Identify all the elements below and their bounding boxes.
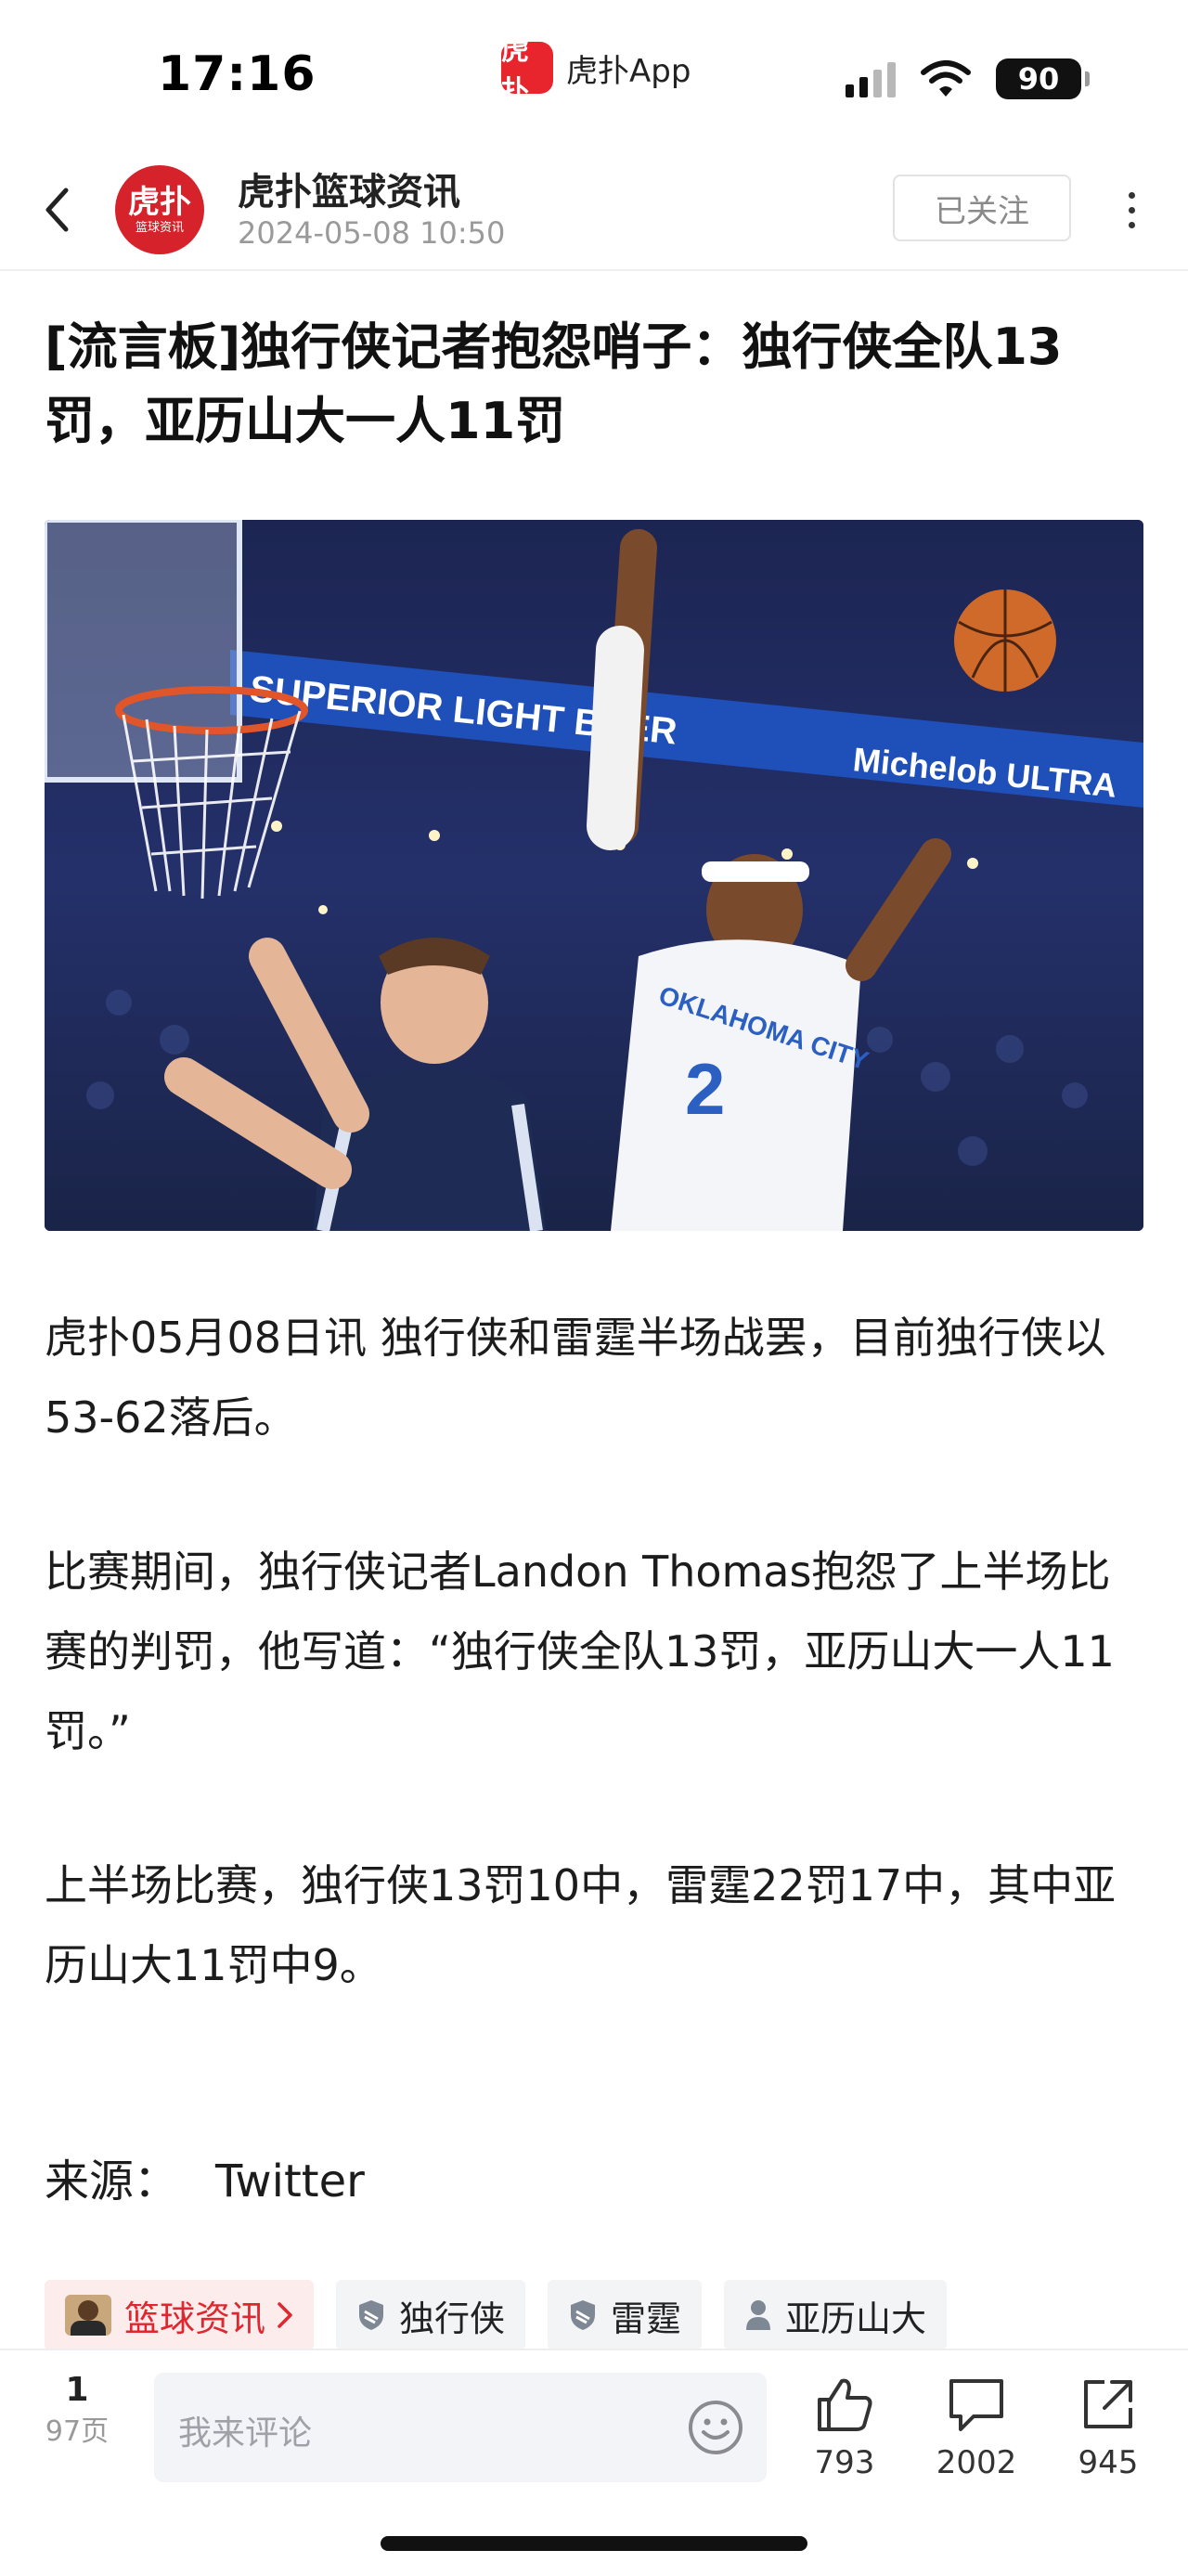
status-icons: 90 [846,56,1090,102]
tag-player-alexander[interactable]: 亚历山大 [724,2280,948,2350]
tag-label: 独行侠 [399,2298,506,2339]
home-indicator[interactable] [381,2536,807,2551]
jersey-number: 2 [685,1048,725,1130]
source-value[interactable]: Twitter [215,2155,365,2207]
page-current: 1 [65,2371,89,2409]
chevron-right-icon [278,2302,292,2328]
tag-team-thunder[interactable]: 雷霆 [548,2280,703,2350]
article-paragraph: 上半场比赛，独行侠13罚10中，雷霆22罚17中，其中亚历山大11罚中9。 [45,1860,1117,1990]
article-title: [流言板]独行侠记者抱怨哨子：独行侠全队13罚，亚历山大一人11罚 [45,317,1063,450]
comment-placeholder: 我来评论 [178,2414,313,2453]
tag-team-mavericks[interactable]: 独行侠 [336,2280,526,2350]
chevron-left-icon [45,188,69,232]
more-options-button[interactable] [1110,182,1153,238]
author-avatar[interactable]: 虎扑 篮球资讯 [115,165,204,254]
avatar-logo-text: 虎扑 [128,183,191,221]
team-shield-icon [359,2300,384,2330]
page-indicator[interactable]: 1 97页 [26,2367,128,2451]
article-paragraph: 虎扑05月08日讯 独行侠和雷霆半场战罢，目前独行侠以53-62落后。 [45,1313,1106,1443]
battery-level: 90 [1017,61,1060,97]
article-header: 虎扑 篮球资讯 虎扑篮球资讯 2024-05-08 10:50 已关注 [0,149,1188,271]
comment-bubble-icon [949,2379,1003,2431]
tag-label: 雷霆 [611,2298,682,2339]
status-time: 17:16 [158,46,316,102]
hupu-app-icon: 虎扑 [501,34,553,108]
back-to-app-button[interactable]: 虎扑 虎扑App [501,34,691,108]
status-bar: 17:16 虎扑 虎扑App 90 [0,0,1188,139]
wifi-icon [921,60,971,97]
share-button[interactable]: 945 [1052,2369,1164,2486]
page-total: 97页 [45,2415,110,2448]
author-name[interactable]: 虎扑篮球资讯 [238,162,460,215]
comment-count: 2002 [936,2444,1017,2481]
back-button[interactable] [33,180,80,239]
article-paragraph: 比赛期间，独行侠记者Landon Thomas抱怨了上半场比赛的判罚，他写道：“… [45,1547,1115,1756]
battery-icon: 90 [996,58,1090,99]
topic-thumbnail-icon [65,2295,111,2336]
tag-label: 篮球资讯 [124,2298,266,2339]
comments-button[interactable]: 2002 [921,2369,1032,2486]
share-icon [1084,2380,1132,2428]
like-button[interactable]: 793 [789,2369,900,2486]
comment-input[interactable]: 我来评论 [154,2373,767,2482]
avatar-logo-subtext: 篮球资讯 [135,220,184,235]
article-source: 来源： Twitter [45,2144,365,2209]
thumbs-up-icon [818,2378,872,2431]
article-screen: 17:16 虎扑 虎扑App 90 虎扑 篮球资讯 虎扑篮球资讯 2024-05… [0,0,1188,2576]
more-dots-icon [1128,191,1135,199]
post-time: 2024-05-08 10:50 [238,215,506,251]
tag-topic-basketball-news[interactable]: 篮球资讯 [45,2280,315,2350]
back-to-app-label: 虎扑App [566,52,691,90]
like-count: 793 [814,2444,875,2481]
article-body: 虎扑05月08日讯 独行侠和雷霆半场战罢，目前独行侠以53-62落后。 比赛期间… [45,1298,1149,2079]
emoji-icon [689,2401,742,2454]
article-hero-image[interactable]: SUPERIOR LIGHT BEER Michelob ULTRA OKLAH… [45,520,1143,1231]
person-icon [746,2300,771,2330]
tag-label: 亚历山大 [785,2298,927,2339]
team-shield-icon [571,2300,596,2330]
cellular-signal-icon [846,60,896,97]
tag-row: 篮球资讯 独行侠 雷霆 亚历山大 [45,2280,948,2350]
follow-button[interactable]: 已关注 [893,175,1071,241]
source-label: 来源： [45,2155,179,2207]
emoji-button[interactable] [687,2399,744,2456]
share-count: 945 [1078,2444,1139,2481]
